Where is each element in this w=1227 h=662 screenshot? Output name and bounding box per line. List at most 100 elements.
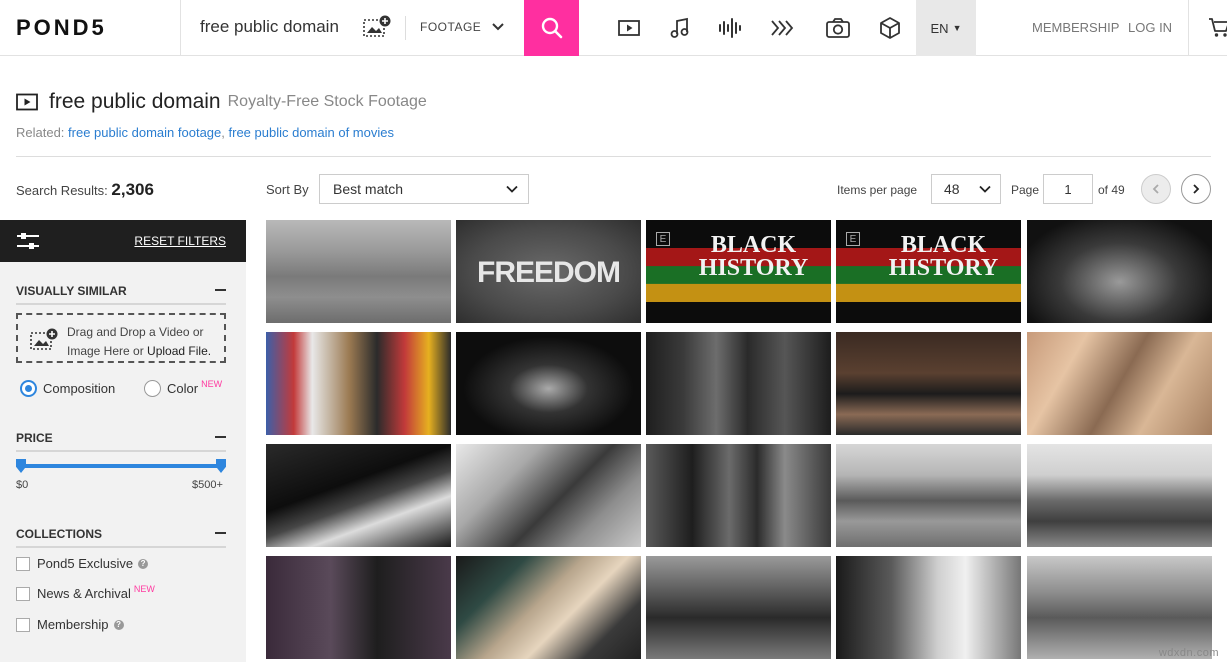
price-min-label: $0	[16, 479, 29, 491]
dropzone-line: Image Here or	[67, 344, 148, 358]
search-input[interactable]	[200, 17, 350, 37]
search-button[interactable]	[524, 0, 579, 56]
radio-selected-icon	[20, 380, 37, 397]
language-select[interactable]: EN ▼	[916, 0, 976, 56]
new-badge: NEW	[133, 583, 155, 594]
photo-icon[interactable]	[824, 14, 852, 42]
price-slider-min-handle[interactable]	[16, 459, 26, 473]
sort-select[interactable]: Best match	[319, 174, 529, 204]
radio-unselected-icon	[144, 380, 161, 397]
page-number-input[interactable]: 1	[1043, 174, 1093, 204]
items-per-page-select[interactable]: 48	[931, 174, 1001, 204]
color-radio[interactable]: Color NEW	[144, 378, 223, 397]
checkbox-box	[16, 556, 30, 571]
upload-file-link[interactable]: Upload File.	[147, 344, 211, 358]
filter-header: RESET FILTERS	[0, 220, 246, 262]
video-thumbnail[interactable]	[266, 556, 451, 659]
top-header: POND5 FOOTAGE EN▼ MEMBERSHIP LOG IN	[0, 0, 1227, 56]
video-thumbnail[interactable]	[456, 444, 641, 547]
membership-link[interactable]: MEMBERSHIP	[1032, 20, 1119, 35]
pond5-exclusive-checkbox[interactable]: Pond5 Exclusive ?	[16, 556, 149, 571]
video-icon[interactable]	[615, 14, 643, 42]
radio-label: Color	[167, 381, 199, 396]
sort-by-label: Sort By	[266, 182, 309, 197]
news-archival-checkbox[interactable]: News & Archival NEW	[16, 583, 155, 601]
collapse-icon[interactable]	[215, 289, 226, 291]
video-thumbnail[interactable]	[266, 332, 451, 435]
checkbox-box	[16, 617, 30, 632]
video-thumbnail[interactable]	[646, 332, 831, 435]
collections-header[interactable]: COLLECTIONS	[16, 527, 226, 548]
video-icon	[16, 93, 38, 111]
page-total: of 49	[1098, 183, 1125, 197]
video-thumbnail[interactable]	[1027, 556, 1212, 659]
checkbox-box	[16, 586, 30, 601]
help-icon[interactable]: ?	[113, 619, 124, 630]
price-slider-max-handle[interactable]	[216, 459, 226, 473]
video-thumbnail[interactable]	[456, 556, 641, 659]
thumbnail-caption: BLACK HISTORY	[698, 232, 809, 281]
media-type-select[interactable]: FOOTAGE	[420, 20, 481, 34]
login-link[interactable]: LOG IN	[1128, 20, 1172, 35]
next-page-button[interactable]	[1181, 174, 1211, 204]
previous-page-button[interactable]	[1141, 174, 1171, 204]
items-per-page-label: Items per page	[837, 183, 918, 197]
visually-similar-header[interactable]: VISUALLY SIMILAR	[16, 284, 226, 305]
new-badge: NEW	[201, 378, 223, 389]
video-thumbnail[interactable]: BLACK HISTORY E	[836, 220, 1021, 323]
video-thumbnail[interactable]	[1027, 332, 1212, 435]
video-thumbnail[interactable]	[456, 332, 641, 435]
help-icon[interactable]: ?	[138, 558, 149, 569]
results-number: 2,306	[111, 180, 154, 199]
filter-sliders-icon[interactable]	[16, 232, 40, 250]
image-search-icon[interactable]	[362, 15, 392, 39]
collapse-icon[interactable]	[215, 436, 226, 438]
divider	[16, 156, 1211, 157]
chevron-down-icon[interactable]	[490, 19, 506, 35]
video-thumbnail[interactable]	[1027, 220, 1212, 323]
reset-filters-link[interactable]: RESET FILTERS	[134, 234, 226, 248]
section-title: COLLECTIONS	[16, 527, 102, 541]
3d-model-icon[interactable]	[876, 14, 904, 42]
price-header[interactable]: PRICE	[16, 431, 226, 452]
video-thumbnail[interactable]	[836, 444, 1021, 547]
video-thumbnail[interactable]	[836, 332, 1021, 435]
checkbox-label: News & Archival	[37, 586, 131, 601]
video-thumbnail[interactable]	[646, 556, 831, 659]
music-icon[interactable]	[666, 14, 694, 42]
related-label: Related:	[16, 125, 65, 140]
chevron-down-icon: ▼	[952, 23, 962, 33]
video-thumbnail[interactable]	[1027, 444, 1212, 547]
section-title: PRICE	[16, 431, 53, 445]
video-thumbnail[interactable]: BLACK HISTORY E	[646, 220, 831, 323]
visual-search-dropzone[interactable]: Drag and Drop a Video or Image Here or U…	[16, 313, 226, 363]
checkbox-label: Pond5 Exclusive	[37, 556, 134, 571]
sound-effects-icon[interactable]	[716, 14, 744, 42]
video-thumbnail[interactable]	[266, 444, 451, 547]
items-per-page-value: 48	[944, 181, 960, 197]
video-thumbnail[interactable]: FREEDOM	[456, 220, 641, 323]
membership-checkbox[interactable]: Membership ?	[16, 617, 124, 632]
video-thumbnail[interactable]	[266, 220, 451, 323]
cart-icon[interactable]	[1208, 15, 1227, 39]
thumbnail-caption: FREEDOM	[477, 256, 621, 289]
chevron-down-icon	[506, 185, 518, 193]
search-divider	[405, 16, 406, 40]
results-label: Search Results:	[16, 183, 108, 198]
editorial-badge-icon: E	[846, 232, 860, 246]
page-heading: free public domain Royalty-Free Stock Fo…	[16, 90, 427, 114]
related-link[interactable]: free public domain of movies	[229, 125, 394, 140]
related-link[interactable]: free public domain footage	[68, 125, 221, 140]
header-divider	[180, 0, 181, 55]
video-thumbnail[interactable]	[646, 444, 831, 547]
video-thumbnail[interactable]	[836, 556, 1021, 659]
composition-radio[interactable]: Composition	[20, 380, 115, 397]
page-subtitle: Royalty-Free Stock Footage	[227, 93, 427, 110]
price-slider-track[interactable]	[20, 464, 221, 468]
thumbnail-caption: BLACK HISTORY	[888, 232, 999, 281]
page-title: free public domain	[49, 90, 221, 113]
pond5-logo[interactable]: POND5	[16, 15, 107, 41]
price-max-label: $500+	[192, 479, 223, 491]
collapse-icon[interactable]	[215, 532, 226, 534]
after-effects-icon[interactable]	[769, 14, 797, 42]
